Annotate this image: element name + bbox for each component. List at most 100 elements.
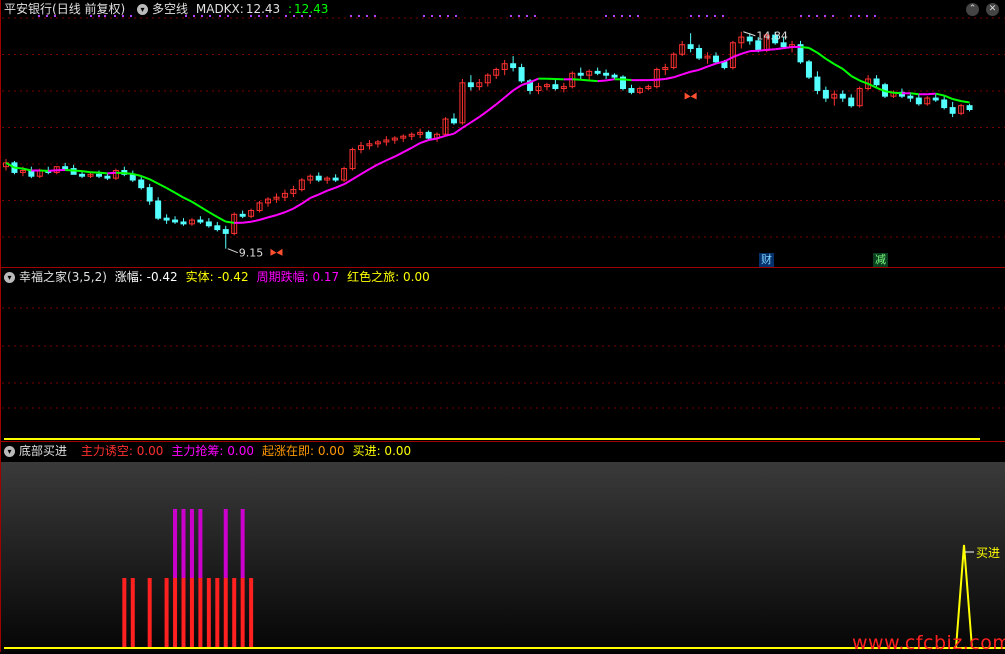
candle xyxy=(629,85,634,95)
candle xyxy=(663,64,668,75)
candle xyxy=(291,186,296,197)
madkx-line-segment xyxy=(936,94,944,96)
madkx-line-segment xyxy=(386,157,394,161)
candle xyxy=(139,176,144,189)
madkx-line-segment xyxy=(209,212,217,217)
candle xyxy=(823,87,828,102)
candle-body xyxy=(688,45,693,49)
candle xyxy=(578,68,583,79)
marker-dot xyxy=(850,15,852,17)
marker-dot xyxy=(374,15,376,17)
marker-dot xyxy=(209,15,211,17)
butterfly-signal-icon xyxy=(270,249,282,256)
marker-dot xyxy=(309,15,311,17)
madkx-line-segment xyxy=(775,48,783,49)
candle-body xyxy=(553,85,558,89)
marker-dot xyxy=(613,15,615,17)
event-cai-badge[interactable]: 财 xyxy=(759,253,774,267)
candle xyxy=(637,87,642,95)
main-force-trap-bar xyxy=(249,578,253,648)
candle xyxy=(849,94,854,107)
candle-body xyxy=(333,178,338,180)
candle-body xyxy=(451,119,456,123)
madkx-line-segment xyxy=(589,81,597,82)
pane-bottom-buy[interactable]: ▾底部买进 主力诱空: 0.00主力抢筹: 0.00起涨在即: 0.00买进: … xyxy=(0,442,1005,652)
madkx-line-segment xyxy=(395,152,403,156)
pane-happiness[interactable]: ▾幸福之家(3,5,2) 涨幅: -0.42实体: -0.42周期跌幅: 0.1… xyxy=(0,268,1005,442)
candle xyxy=(857,87,862,108)
candle-body xyxy=(156,201,161,218)
candle xyxy=(916,94,921,105)
marker-dot xyxy=(858,15,860,17)
candle-body xyxy=(147,188,152,201)
candle-body xyxy=(840,94,845,98)
candle-body xyxy=(63,167,68,169)
main-force-trap-bar xyxy=(232,578,236,648)
madkx-line-segment xyxy=(99,173,107,174)
madkx-line-segment xyxy=(674,74,682,77)
candle xyxy=(375,140,380,148)
candle xyxy=(164,214,169,224)
marker-dot xyxy=(193,15,195,17)
madkx-line-segment xyxy=(107,173,115,174)
candle-body xyxy=(916,98,921,104)
madkx-line-segment xyxy=(82,171,90,172)
madkx-line-segment xyxy=(141,176,149,179)
marker-dot xyxy=(605,15,607,17)
madkx-line-segment xyxy=(513,85,521,90)
madkx-line-segment xyxy=(243,222,251,223)
candle xyxy=(189,218,194,226)
madkx-line-segment xyxy=(682,72,690,75)
marker-dot xyxy=(690,15,692,17)
madkx-line-segment xyxy=(319,191,327,195)
price-chart[interactable]: 14.84 9.15 xyxy=(0,0,1005,268)
marker-dot xyxy=(285,15,287,17)
candle xyxy=(612,73,617,79)
marker-dot xyxy=(800,15,802,17)
candle xyxy=(739,32,744,49)
marker-dot xyxy=(90,15,92,17)
butterfly-wing xyxy=(685,92,697,99)
candle xyxy=(477,79,482,90)
madkx-line-segment xyxy=(260,217,268,219)
madkx-line-segment xyxy=(505,90,513,97)
marker-dot xyxy=(706,15,708,17)
marker-dot xyxy=(714,15,716,17)
madkx-line-segment xyxy=(175,193,183,198)
candle-body xyxy=(967,106,972,110)
marker-dot xyxy=(447,15,449,17)
madkx-line-segment xyxy=(158,184,166,188)
main-force-trap-bar xyxy=(215,578,219,648)
candle xyxy=(122,167,127,177)
max-price-label: 14.84 xyxy=(756,30,788,43)
main-force-trap-bar xyxy=(190,578,194,648)
madkx-line-segment xyxy=(48,170,56,171)
candle xyxy=(967,104,972,112)
event-jian-badge[interactable]: 减 xyxy=(873,253,888,267)
main-pane[interactable]: 平安银行(日线 前复权) ▾多空线 MADKX:12.43 :12.43 ⌃ ✕… xyxy=(0,0,1005,268)
madkx-line-segment xyxy=(784,47,792,48)
madkx-line-segment xyxy=(581,80,589,81)
madkx-line-segment xyxy=(708,64,716,67)
madkx-line-segment xyxy=(657,79,665,80)
marker-dot xyxy=(431,15,433,17)
candle xyxy=(156,197,161,220)
candle-body xyxy=(604,73,609,75)
main-force-grab-bar xyxy=(198,509,202,578)
candle xyxy=(451,113,456,124)
candle-body xyxy=(316,176,321,180)
min-price-label: 9.15 xyxy=(239,247,264,260)
marker-dot xyxy=(439,15,441,17)
madkx-line-segment xyxy=(420,140,428,143)
madkx-line-segment xyxy=(767,49,775,50)
marker-dot xyxy=(227,15,229,17)
main-force-grab-bar xyxy=(241,509,245,578)
candle xyxy=(519,64,524,83)
madkx-line-segment xyxy=(429,138,437,140)
marker-dot xyxy=(54,15,56,17)
madkx-line-segment xyxy=(74,171,82,172)
madkx-line-segment xyxy=(437,136,445,139)
candle xyxy=(384,136,389,146)
candle xyxy=(561,83,566,93)
candle xyxy=(206,218,211,228)
